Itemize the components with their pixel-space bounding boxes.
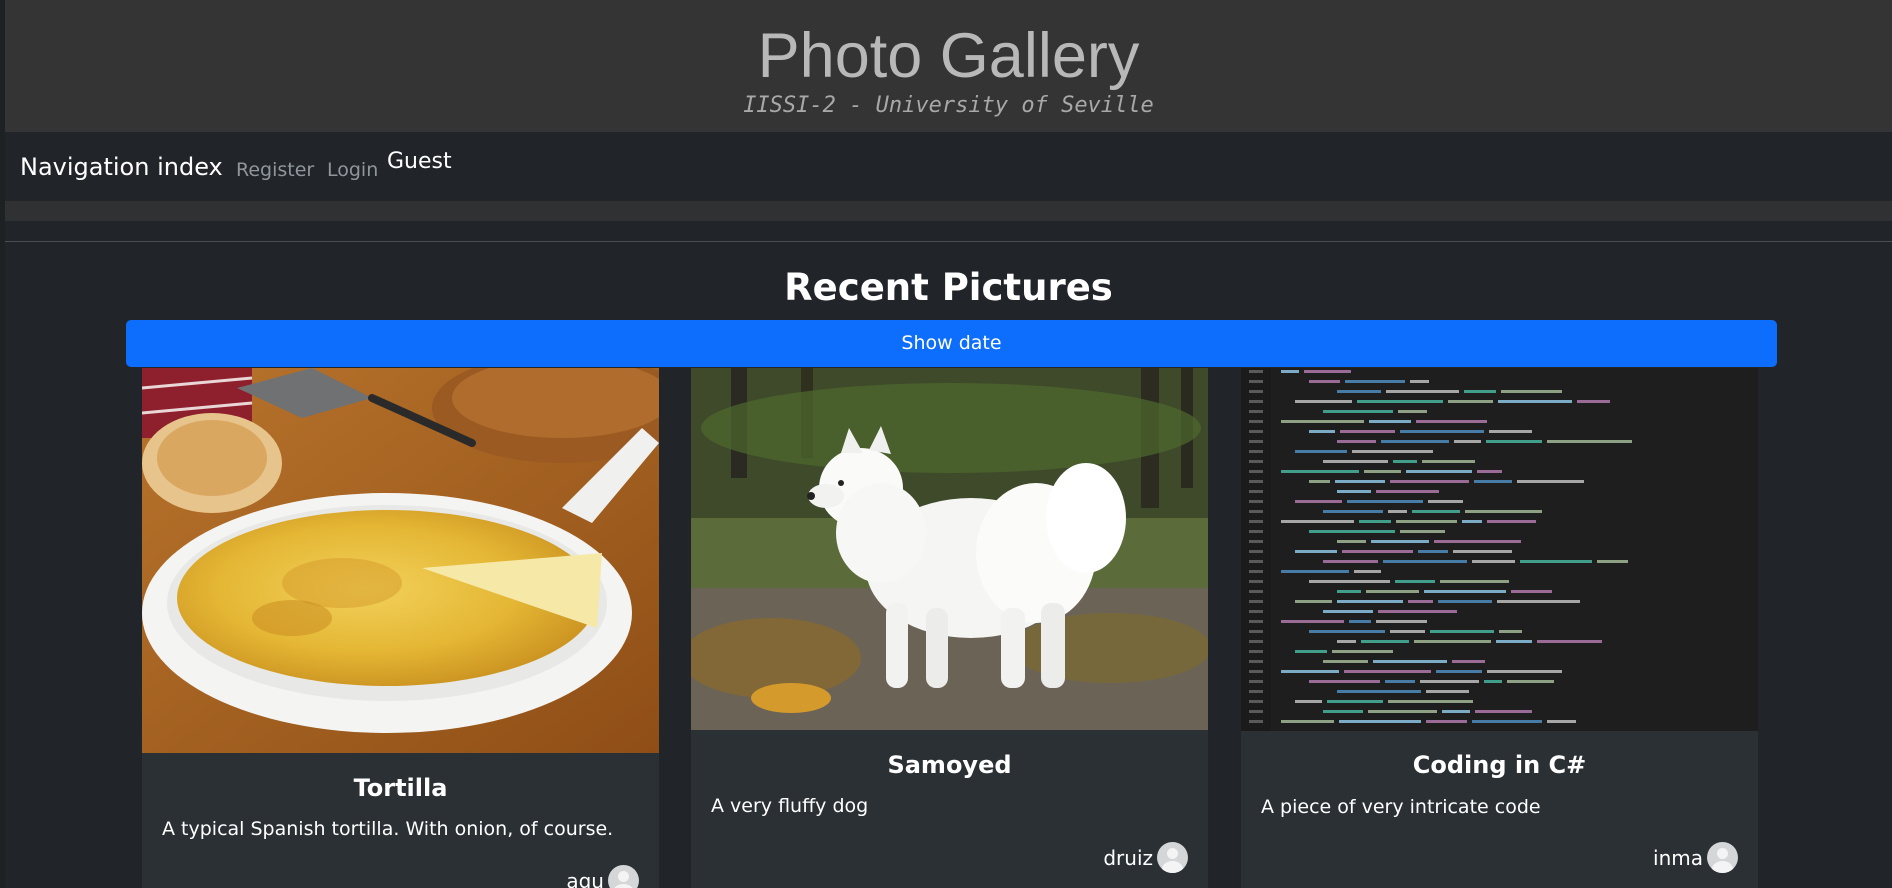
nav-register-link[interactable]: Register xyxy=(236,158,314,182)
photo-card[interactable]: Coding in C# A piece of very intricate c… xyxy=(1241,368,1758,888)
card-description: A very fluffy dog xyxy=(711,795,869,817)
card-username: inma xyxy=(1653,845,1703,870)
card-username: agu xyxy=(566,868,604,888)
samoyed-photo[interactable] xyxy=(691,368,1208,730)
card-user[interactable]: inma xyxy=(1653,842,1738,873)
card-username: druiz xyxy=(1103,845,1153,870)
photo-card[interactable]: Tortilla A typical Spanish tortilla. Wit… xyxy=(142,368,659,888)
card-description: A piece of very intricate code xyxy=(1261,796,1541,818)
site-header: Photo Gallery IISSI-2 - University of Se… xyxy=(5,0,1892,132)
samoyed-image xyxy=(691,368,1208,730)
section-divider xyxy=(5,241,1892,242)
tortilla-photo[interactable] xyxy=(142,368,659,753)
message-strip xyxy=(5,201,1892,221)
current-user-label: Guest xyxy=(387,149,452,174)
card-title: Coding in C# xyxy=(1412,751,1587,779)
code-image xyxy=(1241,368,1758,731)
card-user[interactable]: agu xyxy=(566,865,639,888)
page: Photo Gallery IISSI-2 - University of Se… xyxy=(5,0,1892,888)
nav-login-link[interactable]: Login xyxy=(327,158,378,182)
section-title: Recent Pictures xyxy=(784,266,1113,309)
user-avatar-icon xyxy=(608,865,639,888)
card-title: Tortilla xyxy=(353,774,448,802)
show-date-button[interactable]: Show date xyxy=(126,320,1777,367)
card-user[interactable]: druiz xyxy=(1103,842,1188,873)
code-screenshot[interactable] xyxy=(1241,368,1758,731)
user-avatar-icon xyxy=(1157,842,1188,873)
site-title: Photo Gallery xyxy=(757,21,1140,91)
user-avatar-icon xyxy=(1707,842,1738,873)
navbar: Navigation index Register Login Guest xyxy=(5,132,1892,201)
tortilla-image xyxy=(142,368,659,753)
card-title: Samoyed xyxy=(887,751,1012,779)
site-subtitle: IISSI-2 - University of Seville xyxy=(743,93,1154,118)
nav-brand-link[interactable]: Navigation index xyxy=(20,152,223,182)
card-description: A typical Spanish tortilla. With onion, … xyxy=(162,818,614,840)
photo-card[interactable]: Samoyed A very fluffy dog druiz xyxy=(691,368,1208,888)
